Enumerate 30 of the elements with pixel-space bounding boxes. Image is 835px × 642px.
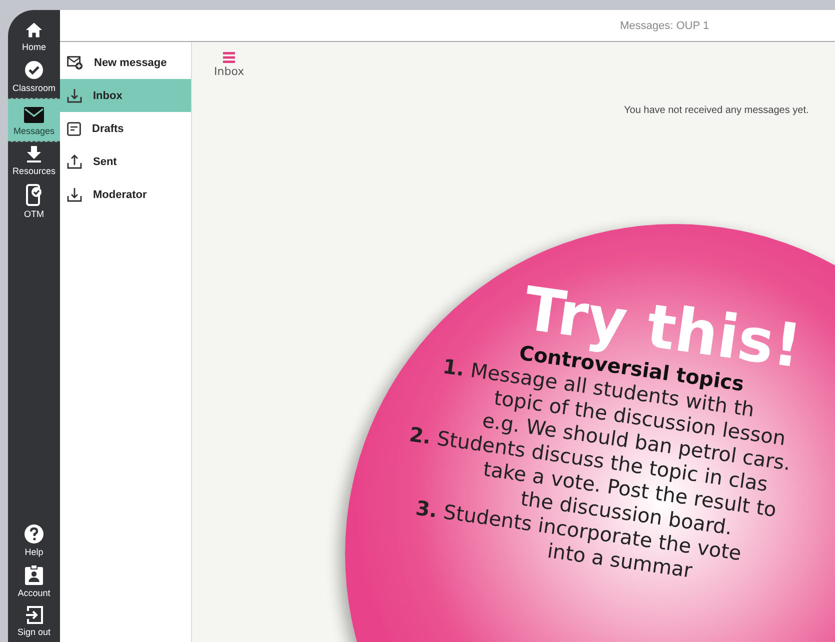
empty-message: You have not received any messages yet. <box>624 105 809 116</box>
nav-item[interactable]: Sign out <box>8 603 60 642</box>
document-icon <box>67 122 81 136</box>
download-icon <box>25 145 43 163</box>
envelope-icon <box>24 107 44 123</box>
window-title: Messages: OUP 1 <box>620 20 710 32</box>
download-tray-icon <box>67 88 82 103</box>
checkmark-icon <box>24 60 44 80</box>
sidebar-item[interactable]: New message <box>60 46 191 79</box>
nav-item[interactable]: Classroom <box>8 57 60 98</box>
phone-check-icon <box>26 184 42 206</box>
upload-tray-icon <box>67 154 82 169</box>
menu-button[interactable]: Inbox <box>214 52 244 78</box>
new-message-icon <box>67 56 83 70</box>
nav-item[interactable]: Resources <box>8 142 60 181</box>
sign-out-icon <box>25 606 43 624</box>
help-icon <box>24 524 44 544</box>
sidebar-item[interactable]: Drafts <box>60 112 191 145</box>
home-icon <box>25 21 43 39</box>
nav-item[interactable]: Help <box>8 521 60 562</box>
sidebar-item[interactable]: Sent <box>60 145 191 178</box>
nav-item[interactable]: Account <box>8 562 60 603</box>
nav-item[interactable]: OTM <box>8 181 60 224</box>
download-tray-icon <box>67 187 82 202</box>
sidebar-item[interactable]: Moderator <box>60 178 191 211</box>
menu-icon <box>223 52 236 63</box>
nav-item[interactable]: Home <box>8 18 60 57</box>
nav-item[interactable]: Messages <box>8 98 60 142</box>
sidebar-item[interactable]: Inbox <box>60 79 191 112</box>
id-badge-icon <box>25 565 43 585</box>
